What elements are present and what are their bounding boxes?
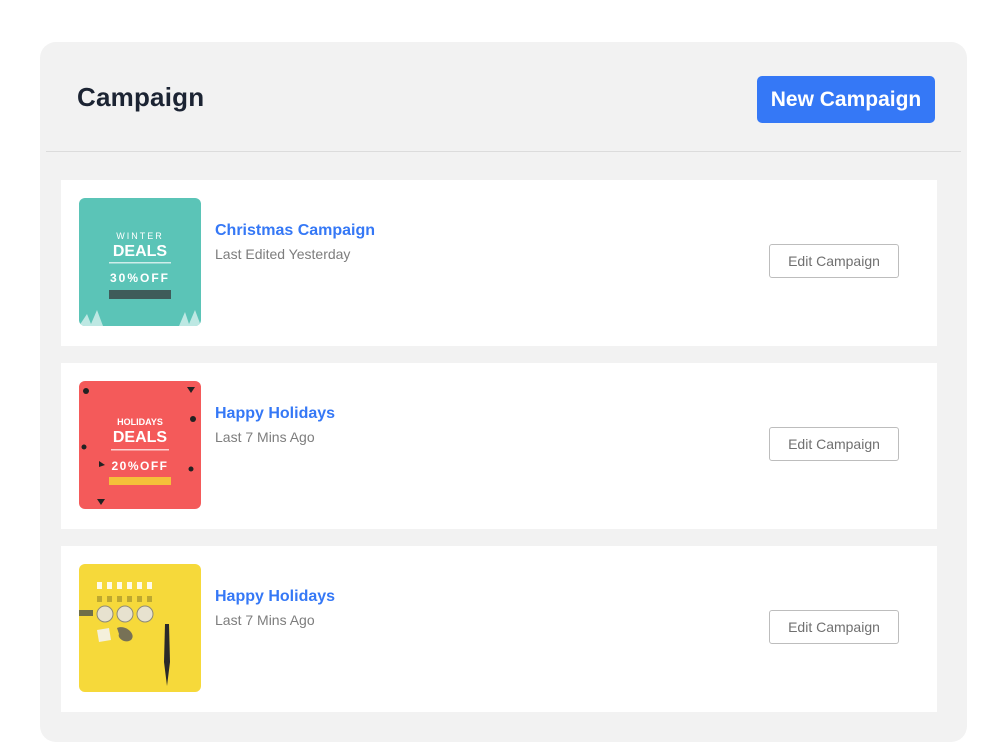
edit-campaign-button[interactable]: Edit Campaign <box>769 427 899 461</box>
campaign-panel: Campaign New Campaign WINTER DEALS 30%OF… <box>40 42 967 742</box>
campaign-name-link[interactable]: Christmas Campaign <box>215 222 375 240</box>
campaign-name-link[interactable]: Happy Holidays <box>215 588 335 606</box>
campaign-thumbnail[interactable]: WINTER DEALS 30%OFF <box>79 198 201 326</box>
campaign-last-edited: Last Edited Yesterday <box>215 246 351 262</box>
campaign-last-edited: Last 7 Mins Ago <box>215 429 315 445</box>
winter-deals-thumbnail-image: WINTER DEALS 30%OFF <box>79 198 201 326</box>
new-campaign-button[interactable]: New Campaign <box>757 76 935 123</box>
campaign-card: WINTER DEALS 30%OFF Christmas Campaign L… <box>61 180 937 346</box>
thumb-line3: 20%OFF <box>111 459 168 473</box>
campaign-thumbnail[interactable] <box>79 564 201 692</box>
campaign-thumbnail[interactable]: HOLIDAYS DEALS 20%OFF <box>79 381 201 509</box>
thumb-line1: WINTER <box>116 231 164 241</box>
campaign-last-edited: Last 7 Mins Ago <box>215 612 315 628</box>
thumb-line1: HOLIDAYS <box>117 417 163 427</box>
campaign-card: Happy Holidays Last 7 Mins Ago Edit Camp… <box>61 546 937 712</box>
thumb-line2: DEALS <box>113 429 168 446</box>
edit-campaign-button[interactable]: Edit Campaign <box>769 610 899 644</box>
thumb-line2: DEALS <box>113 243 168 260</box>
thumb-line3: 30%OFF <box>110 271 170 285</box>
edit-campaign-button[interactable]: Edit Campaign <box>769 244 899 278</box>
campaign-card: HOLIDAYS DEALS 20%OFF Happy Holidays Las… <box>61 363 937 529</box>
holidays-deals-thumbnail-image: HOLIDAYS DEALS 20%OFF <box>79 381 201 509</box>
header-divider <box>46 151 961 152</box>
yellow-holiday-photo-thumbnail-image <box>79 564 201 692</box>
panel-header: Campaign New Campaign <box>40 42 967 152</box>
campaign-name-link[interactable]: Happy Holidays <box>215 405 335 423</box>
page-title: Campaign <box>77 82 205 112</box>
